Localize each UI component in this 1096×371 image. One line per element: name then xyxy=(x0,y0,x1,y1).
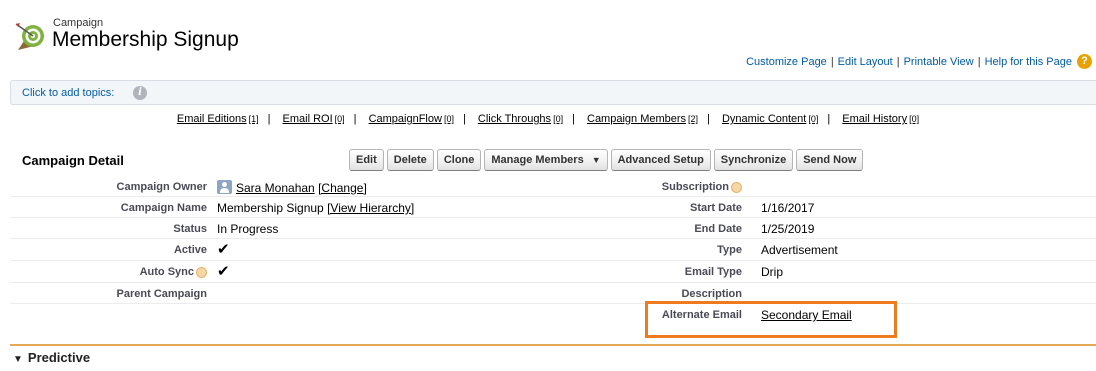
related-count: [0] xyxy=(334,114,345,124)
related-count: [1] xyxy=(248,114,259,124)
user-icon xyxy=(217,180,232,194)
related-link-email-editions[interactable]: Email Editions xyxy=(177,113,247,125)
view-hierarchy-link[interactable]: [View Hierarchy] xyxy=(327,201,414,215)
related-count: [0] xyxy=(909,114,920,124)
related-link-campaign-members[interactable]: Campaign Members xyxy=(587,113,686,125)
campaign-target-icon xyxy=(15,23,44,50)
chevron-down-icon: ▼ xyxy=(591,155,601,165)
printable-view-link[interactable]: Printable View xyxy=(904,56,974,68)
detail-row: Alternate Email Secondary Email xyxy=(10,304,1096,327)
detail-row: Parent Campaign Description xyxy=(10,283,1096,304)
change-owner-link[interactable]: [Change] xyxy=(318,181,367,195)
manage-members-label: Manage Members xyxy=(491,154,584,166)
field-label-start-date: Start Date xyxy=(690,202,742,214)
related-link-email-roi[interactable]: Email ROI xyxy=(283,113,333,125)
clone-button[interactable]: Clone xyxy=(436,149,482,171)
edit-button[interactable]: Edit xyxy=(349,149,384,171)
related-count: [0] xyxy=(443,114,454,124)
delete-button[interactable]: Delete xyxy=(386,149,434,171)
help-link[interactable]: Help for this Page xyxy=(985,56,1072,68)
field-value-owner: Sara Monahan [Change] xyxy=(217,180,367,195)
field-label-type: Type xyxy=(717,244,742,256)
help-hint-icon[interactable] xyxy=(196,266,207,278)
send-now-button[interactable]: Send Now xyxy=(796,149,864,171)
synchronize-button[interactable]: Synchronize xyxy=(713,149,794,171)
advanced-setup-button[interactable]: Advanced Setup xyxy=(610,149,711,171)
detail-row: Active ✔ Type Advertisement xyxy=(10,239,1096,261)
detail-toolbar: Edit Delete Clone Manage Members ▼ Advanc… xyxy=(349,149,864,171)
field-value-name: Membership Signup [View Hierarchy] xyxy=(217,201,415,215)
checkmark-icon: ✔ xyxy=(217,241,230,258)
related-link-click-throughs[interactable]: Click Throughs xyxy=(478,113,551,125)
triangle-down-icon: ▼ xyxy=(13,354,23,365)
field-value-end-date: 1/25/2019 xyxy=(761,222,815,236)
detail-row: Campaign Owner Sara Monahan [Change] Sub… xyxy=(10,176,1096,197)
customize-page-link[interactable]: Customize Page xyxy=(746,56,827,68)
field-label-auto-sync: Auto Sync xyxy=(140,266,207,278)
highlight-box xyxy=(645,301,897,338)
owner-link[interactable]: Sara Monahan xyxy=(236,181,315,195)
info-icon[interactable]: i xyxy=(133,86,147,100)
topics-bar: Click to add topics: i xyxy=(10,80,1096,105)
edit-layout-link[interactable]: Edit Layout xyxy=(838,56,893,68)
page-links: Customize Page | Edit Layout | Printable… xyxy=(746,54,1092,69)
detail-row: Auto Sync ✔ Email Type Drip xyxy=(10,261,1096,283)
field-label-active: Active xyxy=(173,244,207,256)
related-link-campaignflow[interactable]: CampaignFlow xyxy=(369,113,442,125)
field-value-status: In Progress xyxy=(217,222,279,236)
field-value-type: Advertisement xyxy=(761,243,838,257)
field-label-name: Campaign Name xyxy=(120,202,207,214)
field-label-parent-campaign: Parent Campaign xyxy=(116,288,207,300)
help-hint-icon[interactable] xyxy=(731,181,742,193)
related-link-dynamic-content[interactable]: Dynamic Content xyxy=(722,113,806,125)
section-divider xyxy=(10,344,1096,346)
related-list-links: Email Editions [1] | Email ROI [0] | Campaig… xyxy=(176,113,920,125)
field-label-description: Description xyxy=(681,288,742,300)
field-label-end-date: End Date xyxy=(694,223,742,235)
predictive-label: Predictive xyxy=(27,350,91,365)
detail-row: Campaign Name Membership Signup [View Hi… xyxy=(10,197,1096,218)
section-title: Campaign Detail xyxy=(22,153,124,168)
related-count: [0] xyxy=(553,114,564,124)
field-value-email-type: Drip xyxy=(761,265,784,279)
field-label-owner: Campaign Owner xyxy=(116,181,207,193)
help-icon[interactable]: ? xyxy=(1077,54,1092,69)
field-label-email-type: Email Type xyxy=(684,266,742,278)
predictive-section-toggle[interactable]: ▼ Predictive xyxy=(13,350,90,365)
field-value-start-date: 1/16/2017 xyxy=(761,201,815,215)
add-topics-link[interactable]: Click to add topics: xyxy=(22,87,114,99)
page-title: Membership Signup xyxy=(52,28,239,51)
related-count: [2] xyxy=(688,114,699,124)
manage-members-button[interactable]: Manage Members ▼ xyxy=(484,149,608,171)
checkmark-icon: ✔ xyxy=(217,263,230,280)
detail-row: Status In Progress End Date 1/25/2019 xyxy=(10,218,1096,239)
detail-table: Campaign Owner Sara Monahan [Change] Sub… xyxy=(10,176,1096,327)
field-label-subscription: Subscription xyxy=(662,181,742,193)
field-label-status: Status xyxy=(173,223,207,235)
related-link-email-history[interactable]: Email History xyxy=(842,113,907,125)
related-count: [0] xyxy=(808,114,819,124)
